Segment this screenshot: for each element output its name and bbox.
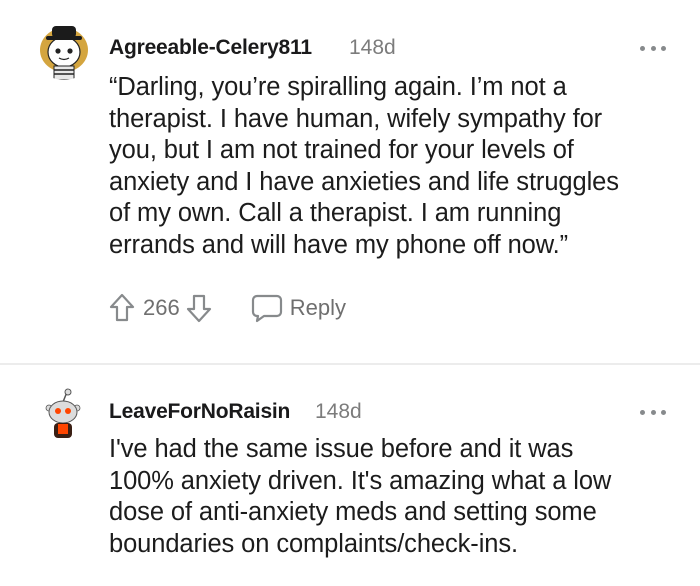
username[interactable]: Agreeable-Celery811 <box>109 36 312 60</box>
downvote-icon[interactable] <box>184 291 214 325</box>
comment-divider <box>0 363 700 365</box>
reply-label: Reply <box>289 295 346 320</box>
username[interactable]: LeaveForNoRaisin <box>109 400 290 424</box>
comment-actions: 266 Reply <box>107 290 346 326</box>
reply-button[interactable]: Reply <box>250 291 346 325</box>
reply-icon <box>250 291 284 325</box>
upvote-icon[interactable] <box>107 291 137 325</box>
more-options-icon[interactable] <box>640 44 666 52</box>
more-options-icon[interactable] <box>640 408 666 416</box>
snoo-avatar-icon <box>34 20 94 80</box>
comment: Agreeable-Celery811 148d “Darling, you’r… <box>0 0 700 364</box>
comment: LeaveForNoRaisin 148d I've had the same … <box>0 366 700 586</box>
comment-body: “Darling, you’re spiralling again. I’m n… <box>109 73 619 259</box>
vote-score: 266 <box>143 295 180 320</box>
snoo-avatar-icon <box>37 388 89 440</box>
comment-body: I've had the same issue before and it wa… <box>109 435 612 558</box>
comment-age: 148d <box>315 400 362 423</box>
user-avatar[interactable] <box>37 388 89 440</box>
user-avatar[interactable] <box>34 20 94 80</box>
comment-age: 148d <box>349 36 396 59</box>
